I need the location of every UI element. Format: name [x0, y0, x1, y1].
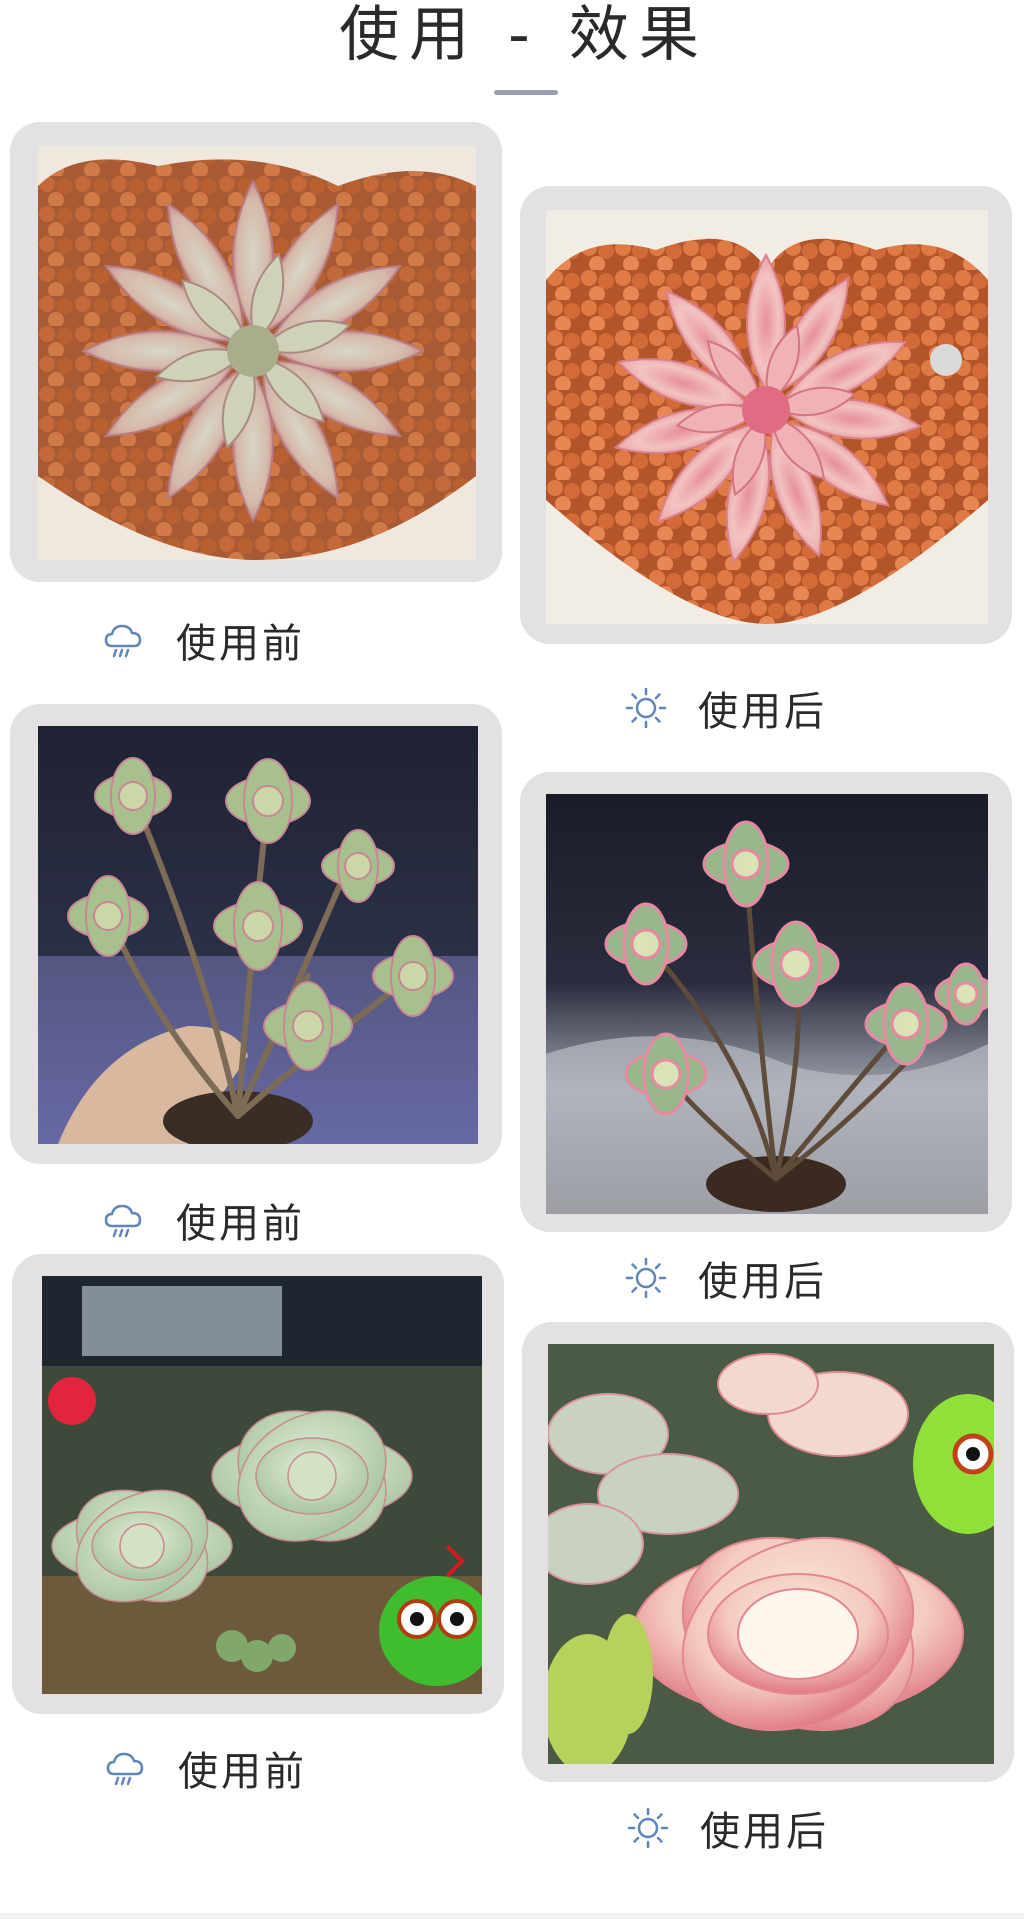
after-caption-2: 使用后 [624, 1250, 827, 1306]
before-photo-3 [42, 1276, 482, 1694]
before-caption-1: 使用前 [102, 612, 305, 668]
sun-icon [624, 1256, 668, 1300]
after-photo-card-1[interactable] [520, 186, 1012, 644]
before-photo-card-1[interactable] [10, 122, 502, 582]
before-caption-2: 使用前 [102, 1192, 305, 1248]
before-caption-3: 使用前 [104, 1740, 307, 1796]
after-photo-3 [548, 1344, 994, 1764]
before-label: 使用前 [176, 621, 305, 667]
rain-cloud-icon [102, 1198, 146, 1242]
after-photo-card-3[interactable] [522, 1322, 1014, 1782]
before-photo-card-2[interactable] [10, 704, 502, 1164]
before-photo-1 [38, 146, 476, 560]
after-caption-1: 使用后 [624, 680, 827, 736]
after-photo-1 [546, 210, 988, 624]
before-photo-card-3[interactable] [12, 1254, 504, 1714]
after-caption-3: 使用后 [626, 1800, 829, 1856]
title-underline [494, 90, 558, 95]
after-label: 使用后 [698, 1259, 827, 1305]
bottom-divider [0, 1913, 1024, 1919]
after-label: 使用后 [698, 689, 827, 735]
page-title: 使用 - 效果 [339, 0, 709, 70]
after-photo-2 [546, 794, 988, 1214]
sun-icon [624, 686, 668, 730]
rain-cloud-icon [102, 618, 146, 662]
before-label: 使用前 [176, 1201, 305, 1247]
after-label: 使用后 [700, 1809, 829, 1855]
before-label: 使用前 [178, 1749, 307, 1795]
sun-icon [626, 1806, 670, 1850]
before-photo-2 [38, 726, 478, 1144]
after-photo-card-2[interactable] [520, 772, 1012, 1232]
rain-cloud-icon [104, 1746, 148, 1790]
